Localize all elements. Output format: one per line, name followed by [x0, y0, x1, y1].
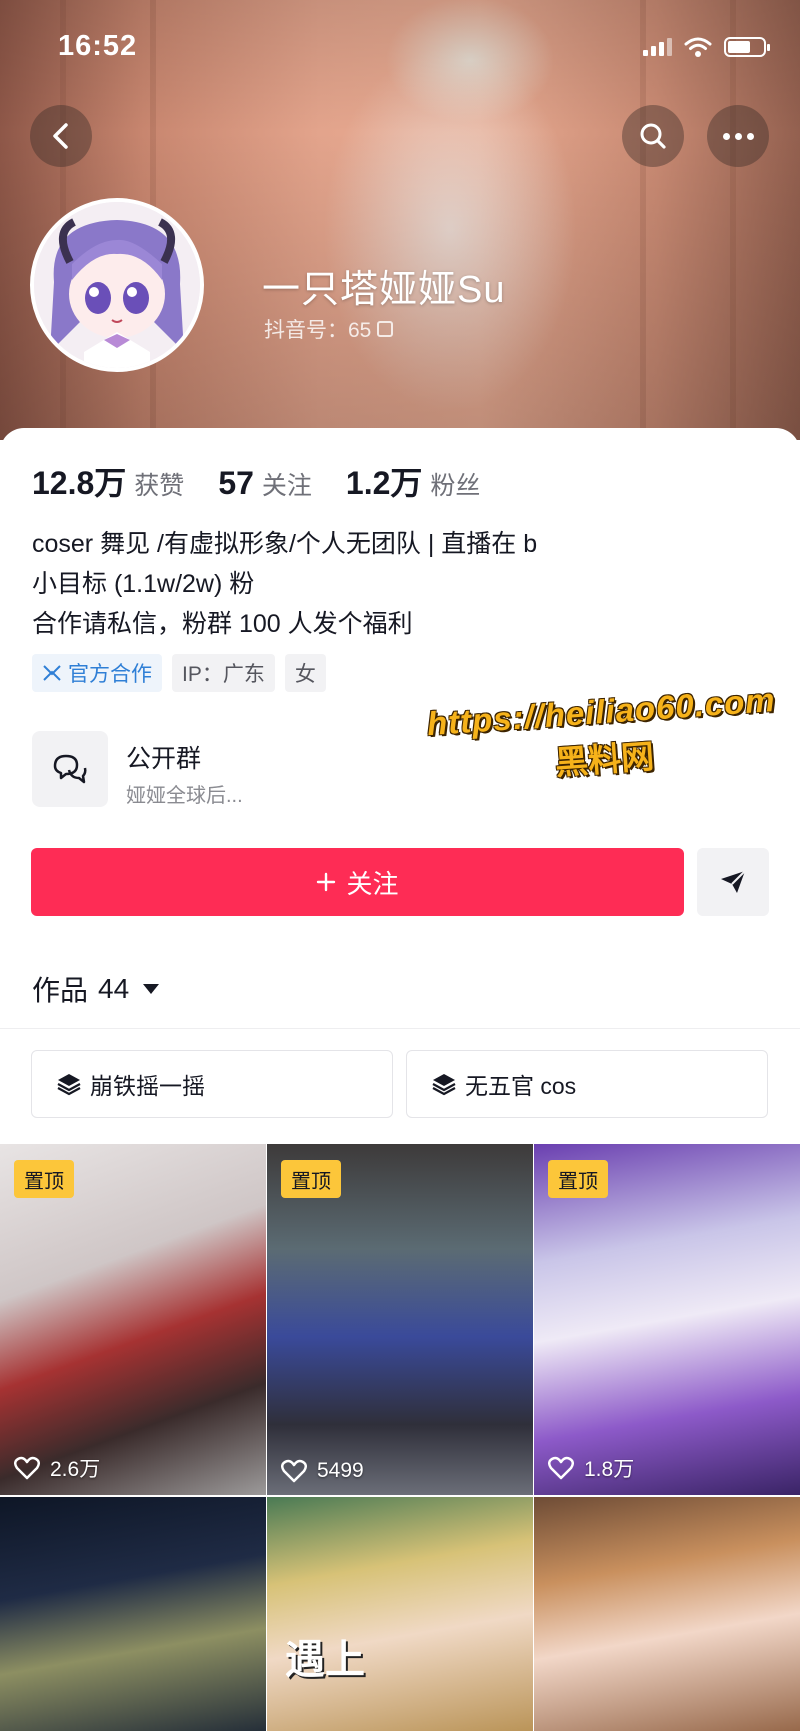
back-arrow-icon	[53, 123, 68, 149]
heart-icon	[548, 1456, 574, 1480]
video-likes: 2.6万	[14, 1453, 100, 1483]
avatar-illustration	[34, 202, 200, 368]
tag-label: IP：广东	[182, 663, 265, 686]
collection-chip[interactable]: 崩铁摇一摇	[31, 1050, 393, 1118]
douyin-id[interactable]: 抖音号：65	[264, 314, 394, 344]
video-thumbnail[interactable]: 置顶 5499	[267, 1144, 533, 1495]
heart-icon	[281, 1459, 307, 1483]
profile-stats: 12.8万 获赞 57 关注 1.2万 粉丝	[32, 458, 514, 504]
profile-nickname: 一只塔娅娅Su	[262, 269, 506, 311]
back-button[interactable]	[30, 105, 92, 167]
tag-official-cooperation[interactable]: 官方合作	[32, 654, 162, 692]
bio-line: 小目标 (1.1w/2w) 粉	[32, 570, 255, 598]
collection-stack-icon	[432, 1074, 456, 1096]
stat-label: 粉丝	[430, 472, 481, 500]
battery-icon	[724, 37, 770, 57]
video-likes: 1.8万	[548, 1453, 634, 1483]
heart-icon	[14, 1456, 40, 1480]
share-button[interactable]	[697, 848, 769, 916]
follow-button[interactable]: 关注	[31, 848, 684, 916]
collection-label: 崩铁摇一摇	[90, 1073, 205, 1099]
like-count: 5499	[317, 1459, 364, 1482]
pinned-badge: 置顶	[548, 1160, 608, 1198]
chat-bubble-icon	[53, 754, 87, 784]
stat-value: 12.8万	[32, 465, 127, 501]
works-tab[interactable]: 作品 44	[32, 969, 160, 1009]
pinned-badge: 置顶	[281, 1160, 341, 1198]
tag-label: 官方合作	[68, 663, 152, 686]
more-icon	[722, 132, 754, 140]
video-overlay-text: 遇上	[285, 1638, 365, 1682]
tag-label: 女	[294, 663, 316, 686]
video-likes: 5499	[281, 1459, 364, 1483]
status-bar: 16:52	[0, 0, 800, 96]
bio-line: coser 舞见 /有虚拟形象/个人无团队 | 直播在 b	[32, 530, 538, 558]
stat-label: 获赞	[134, 472, 185, 500]
collection-chip[interactable]: 无五官 cos	[406, 1050, 768, 1118]
search-button[interactable]	[622, 105, 684, 167]
more-button[interactable]	[707, 105, 769, 167]
collections-row: 崩铁摇一摇 无五官 cos	[31, 1050, 768, 1118]
tag-gender: 女	[284, 654, 326, 692]
video-thumbnail[interactable]: 置顶 1.8万	[534, 1144, 800, 1495]
stat-label: 关注	[261, 472, 312, 500]
group-subtitle: 娅娅全球后...	[126, 785, 243, 807]
like-count: 1.8万	[584, 1458, 635, 1481]
plus-icon	[317, 872, 336, 892]
bio-line: 合作请私信，粉群 100 人发个福利	[32, 610, 413, 638]
pinned-badge: 置顶	[14, 1160, 74, 1198]
stat-following[interactable]: 57 关注	[218, 465, 312, 502]
group-title: 公开群	[126, 745, 202, 773]
status-time: 16:52	[58, 30, 138, 62]
works-label: 作品	[32, 975, 89, 1006]
search-icon	[640, 123, 666, 149]
profile-tags: 官方合作 IP：广东 女	[32, 654, 326, 692]
share-arrow-icon	[721, 870, 746, 893]
stat-value: 1.2万	[345, 465, 423, 501]
profile-bio: coser 舞见 /有虚拟形象/个人无团队 | 直播在 b 小目标 (1.1w/…	[32, 524, 537, 644]
signal-icon	[643, 38, 672, 56]
collection-label: 无五官 cos	[465, 1073, 577, 1099]
official-icon	[43, 665, 61, 681]
stat-followers[interactable]: 1.2万 粉丝	[346, 458, 481, 504]
video-thumbnail[interactable]: 遇上	[267, 1497, 533, 1731]
status-icons	[643, 36, 770, 58]
video-grid: 置顶 2.6万 置顶 5499 置顶 1.8万 遇上	[0, 1144, 800, 1731]
copy-icon[interactable]	[377, 321, 394, 337]
group-icon-box	[32, 731, 108, 807]
wifi-icon	[684, 37, 712, 57]
works-count: 44	[98, 973, 130, 1004]
like-count: 2.6万	[50, 1458, 101, 1481]
tag-ip-location: IP：广东	[172, 654, 275, 692]
video-thumbnail[interactable]: 置顶 2.6万	[0, 1144, 266, 1495]
video-thumbnail[interactable]	[534, 1497, 800, 1731]
avatar[interactable]	[30, 198, 204, 372]
video-thumbnail[interactable]	[0, 1497, 266, 1731]
dropdown-triangle-icon	[143, 984, 160, 994]
divider	[0, 1028, 800, 1029]
collection-stack-icon	[57, 1074, 81, 1096]
profile-card: 12.8万 获赞 57 关注 1.2万 粉丝 coser 舞见 /有虚拟形象/个…	[0, 428, 800, 1731]
stat-value: 57	[218, 465, 254, 501]
stat-likes[interactable]: 12.8万 获赞	[32, 458, 184, 504]
follow-label: 关注	[346, 868, 399, 899]
douyin-id-text: 抖音号：65	[264, 319, 372, 342]
